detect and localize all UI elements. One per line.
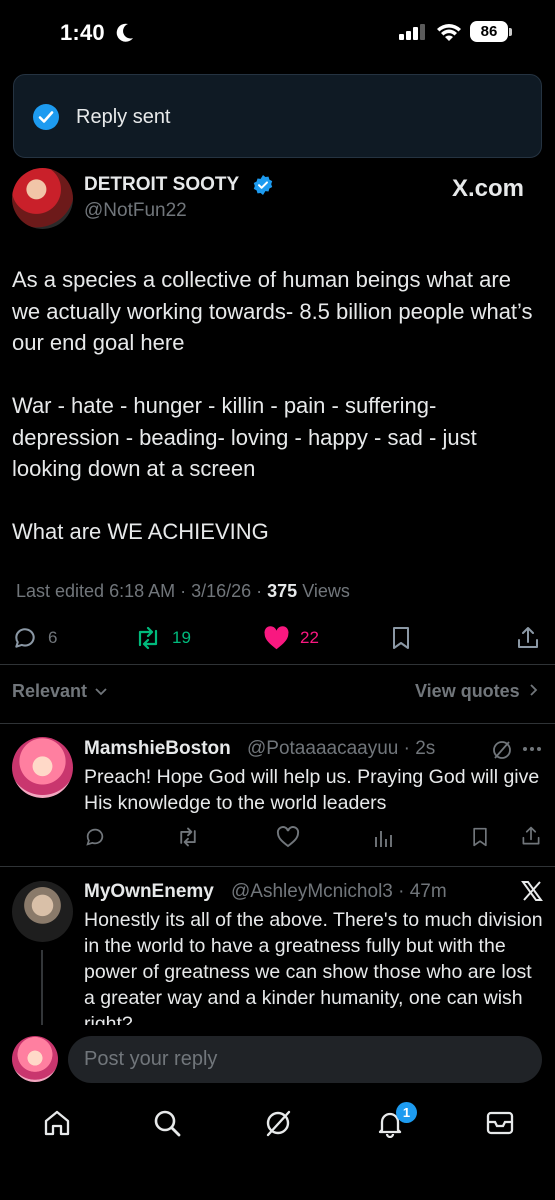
- chevron-right-icon: [530, 684, 537, 696]
- reply-author-name[interactable]: MamshieBoston: [84, 738, 231, 760]
- views-count[interactable]: 375: [267, 581, 297, 601]
- cellular-signal-icon: [399, 24, 425, 40]
- repost-icon[interactable]: [176, 826, 200, 848]
- clock: 1:40: [60, 20, 105, 45]
- bookmark-button[interactable]: [389, 620, 413, 656]
- post-text: As a species a collective of human being…: [12, 264, 544, 579]
- post-paragraph: As a species a collective of human being…: [12, 267, 533, 355]
- reply-composer: Post your reply: [0, 1026, 555, 1096]
- x-logo-icon: [521, 881, 543, 901]
- share-icon[interactable]: [520, 825, 542, 847]
- bookmark-icon: [393, 627, 409, 649]
- post-action-bar: 6 19 22: [0, 620, 555, 656]
- reply-avatar[interactable]: [12, 881, 73, 942]
- sort-label: Relevant: [12, 681, 88, 701]
- author-name[interactable]: DETROIT SOOTY: [84, 174, 239, 196]
- bottom-tab-bar: [0, 1096, 555, 1200]
- share-button[interactable]: [515, 620, 541, 656]
- bookmark-icon[interactable]: [470, 826, 490, 848]
- reply-button[interactable]: 6: [12, 620, 57, 656]
- notification-badge: 1: [396, 1102, 417, 1123]
- my-avatar: [12, 1036, 58, 1082]
- reply-avatar[interactable]: [12, 737, 73, 798]
- repost-count: 19: [172, 628, 191, 647]
- check-circle-icon: [33, 104, 59, 130]
- divider: [0, 723, 555, 724]
- reply-sent-toast: Reply sent: [13, 74, 542, 158]
- post-paragraph: What are WE ACHIEVING: [12, 519, 269, 544]
- post-paragraph: War - hate - hunger - killin - pain - su…: [12, 393, 477, 481]
- home-icon[interactable]: [42, 1108, 72, 1138]
- reply-author-handle[interactable]: @AshleyMcnichol3 · 47m: [231, 881, 447, 903]
- like-button[interactable]: 22: [263, 620, 319, 656]
- reply-input[interactable]: Post your reply: [68, 1036, 542, 1083]
- reply-action-bar: [0, 824, 555, 852]
- reply-bubble-icon: [15, 628, 35, 648]
- repost-button[interactable]: 19: [134, 620, 191, 656]
- author-handle[interactable]: @NotFun22: [84, 200, 187, 222]
- more-options-icon[interactable]: [522, 746, 542, 752]
- divider: [0, 664, 555, 665]
- thread-line: [41, 950, 43, 1025]
- edited-timestamp: Last edited 6:18 AM · 3/16/26 ·: [16, 581, 268, 601]
- reply-bubble-icon[interactable]: [84, 826, 106, 848]
- divider: [0, 866, 555, 867]
- reply-author-name[interactable]: MyOwnEnemy: [84, 881, 214, 903]
- sort-relevant-dropdown[interactable]: Relevant: [12, 681, 108, 702]
- heart-icon[interactable]: [276, 826, 300, 848]
- mail-icon[interactable]: [485, 1108, 515, 1138]
- view-quotes-link[interactable]: View quotes: [415, 681, 539, 702]
- search-icon[interactable]: [152, 1108, 182, 1138]
- reply-text: Honestly its all of the above. There's t…: [84, 909, 543, 1025]
- share-icon: [518, 627, 538, 648]
- views-label: Views: [297, 581, 350, 601]
- heart-filled-icon: [264, 626, 289, 650]
- views-chart-icon[interactable]: [373, 826, 393, 848]
- reply-text: Preach! Hope God will help us. Praying G…: [84, 766, 540, 814]
- author-avatar[interactable]: [12, 168, 73, 229]
- wifi-icon: [437, 24, 461, 41]
- verified-badge-icon: [253, 175, 273, 195]
- source-label: X.com: [452, 175, 525, 202]
- repost-icon: [138, 626, 158, 650]
- battery-indicator: 86: [470, 21, 508, 42]
- status-bar: 1:40 86: [0, 0, 555, 66]
- toast-message: Reply sent: [76, 106, 171, 128]
- moon-icon: [116, 23, 133, 42]
- battery-tip: [509, 28, 512, 36]
- grok-icon[interactable]: [263, 1108, 293, 1138]
- reply-author-handle[interactable]: @Potaaaacaayuu · 2s: [247, 738, 435, 760]
- post-meta: Last edited 6:18 AM · 3/16/26 · 375 View…: [16, 581, 350, 602]
- like-count: 22: [300, 628, 319, 647]
- reply-count: 6: [48, 628, 58, 647]
- view-quotes-label: View quotes: [415, 681, 520, 701]
- chevron-down-icon: [95, 688, 107, 696]
- grok-icon[interactable]: [491, 739, 513, 761]
